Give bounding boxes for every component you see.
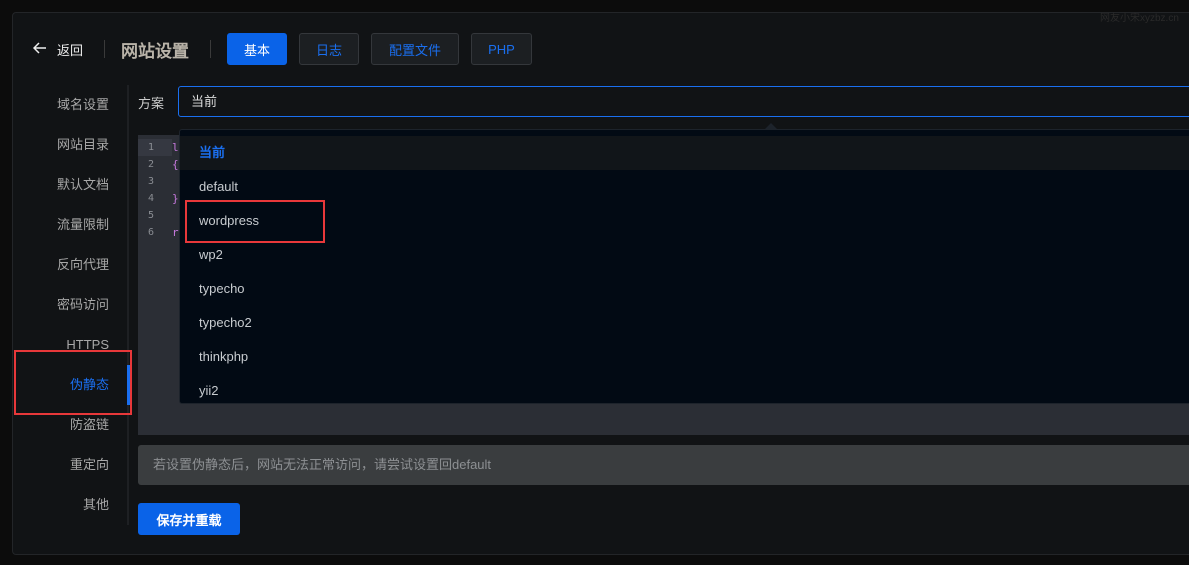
back-label: 返回 xyxy=(57,43,84,58)
sidebar-item-password-access[interactable]: 密码访问 xyxy=(14,285,130,325)
notice-text: 若设置伪静态后，网站无法正常访问，请尝试设置回default xyxy=(138,445,1189,485)
tab-config-file[interactable]: 配置文件 xyxy=(371,33,459,65)
sidebar-item-other[interactable]: 其他 xyxy=(14,485,130,525)
sidebar-item-redirect[interactable]: 重定向 xyxy=(14,445,130,485)
scheme-dropdown: 当前 default wordpress wp2 typecho typecho… xyxy=(179,129,1189,404)
sidebar-item-default-document[interactable]: 默认文档 xyxy=(14,165,130,205)
scheme-select[interactable]: 当前 xyxy=(178,86,1189,117)
page-title: 网站设置 xyxy=(121,42,189,61)
dropdown-option[interactable]: wp2 xyxy=(180,238,1189,272)
dropdown-option[interactable]: default xyxy=(180,170,1189,204)
dropdown-option[interactable]: typecho2 xyxy=(180,306,1189,340)
divider xyxy=(104,40,105,58)
watermark: 网友小宋xyzbz.cn xyxy=(1100,13,1179,24)
tab-basic[interactable]: 基本 xyxy=(227,33,287,65)
scheme-label: 方案 xyxy=(138,96,165,111)
divider xyxy=(210,40,211,58)
sidebar-item-reverse-proxy[interactable]: 反向代理 xyxy=(14,245,130,285)
back-button[interactable]: 返回 xyxy=(32,40,84,59)
line-number: 3 xyxy=(148,176,155,187)
sidebar-item-traffic-limit[interactable]: 流量限制 xyxy=(14,205,130,245)
sidebar: 域名设置 网站目录 默认文档 流量限制 反向代理 密码访问 HTTPS 伪静态 … xyxy=(14,85,130,525)
tab-php[interactable]: PHP xyxy=(471,33,532,65)
dropdown-option[interactable]: thinkphp xyxy=(180,340,1189,374)
sidebar-item-domain[interactable]: 域名设置 xyxy=(14,85,130,125)
highlight-box-wordpress xyxy=(185,200,325,243)
sidebar-item-site-directory[interactable]: 网站目录 xyxy=(14,125,130,165)
sidebar-divider xyxy=(127,85,129,525)
arrow-left-icon xyxy=(32,42,47,57)
code-line: { xyxy=(172,158,179,171)
line-number: 5 xyxy=(148,210,155,221)
code-line: l xyxy=(172,141,179,154)
save-reload-button[interactable]: 保存并重载 xyxy=(138,503,240,535)
code-line: r xyxy=(172,226,179,239)
dropdown-option[interactable]: 当前 xyxy=(180,136,1189,170)
dropdown-option[interactable]: typecho xyxy=(180,272,1189,306)
code-line: } xyxy=(172,192,179,205)
dropdown-option[interactable]: yii2 xyxy=(180,374,1189,403)
highlight-box-rewrite xyxy=(14,350,132,415)
dropdown-option-wordpress[interactable]: wordpress xyxy=(180,204,1189,238)
tab-log[interactable]: 日志 xyxy=(299,33,359,65)
